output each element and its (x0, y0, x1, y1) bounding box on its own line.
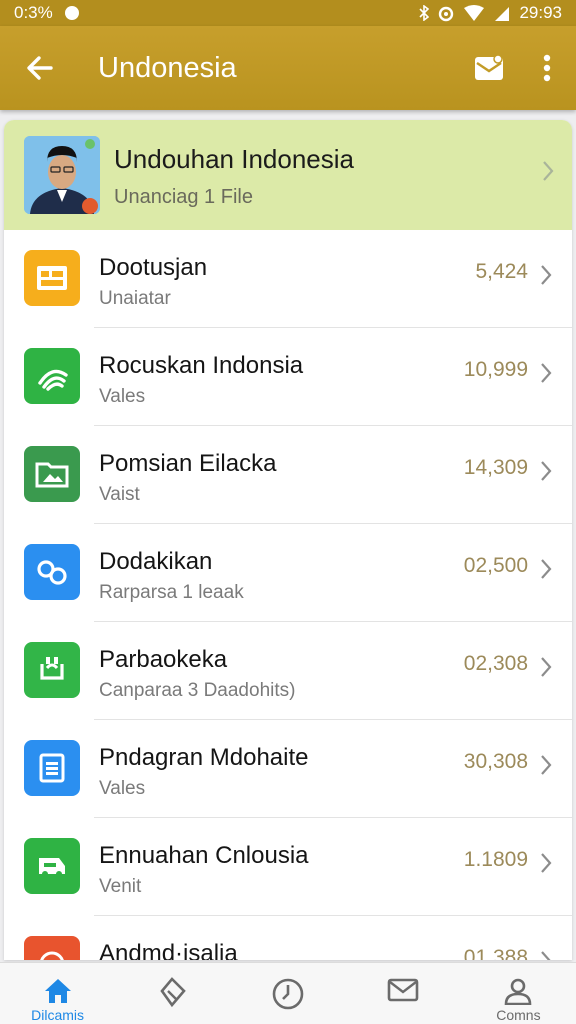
notification-icon (63, 5, 81, 21)
list-item[interactable]: Dodakikan Rarparsa 1 leaak 02,500 (4, 524, 572, 622)
mail-icon (387, 978, 419, 1002)
page-title: Undonesia (98, 51, 237, 84)
document-icon (24, 740, 80, 796)
item-value: 5,424 (475, 260, 528, 283)
chevron-right-icon (541, 265, 552, 285)
envelope-icon (475, 54, 503, 80)
more-menu-button[interactable] (518, 26, 576, 110)
item-name: Dodakikan (99, 548, 213, 575)
item-name: Ennuahan Cnlousia (99, 842, 309, 869)
chevron-right-icon (541, 853, 552, 873)
nav-label-home: Dilcamis (31, 1007, 85, 1023)
item-value: 10,999 (463, 358, 528, 381)
list-item[interactable]: Andmd·isalia 01,388 (4, 916, 572, 960)
content-card: Undouhan Indonesia Unanciag 1 File Dootu… (4, 120, 572, 960)
wifi-icon (463, 5, 485, 21)
signal-icon (24, 348, 80, 404)
nav-item-profile[interactable]: Comns (461, 963, 576, 1024)
banner-title: Undouhan Indonesia (114, 144, 354, 174)
nav-label-profile: Comns (496, 1007, 541, 1023)
list-item[interactable]: Parbaokeka Canparaa 3 Daadohits) 02,308 (4, 622, 572, 720)
list-item[interactable]: Rocuskan Indonsia Vales 10,999 (4, 328, 572, 426)
item-value: 14,309 (463, 456, 528, 479)
list-item[interactable]: Pndagran Mdohaite Vales 30,308 (4, 720, 572, 818)
clock-icon (272, 978, 304, 1010)
chevron-right-icon (541, 951, 551, 960)
item-name: Parbaokeka (99, 646, 228, 673)
item-value: 01,388 (463, 946, 528, 960)
item-subtitle: Vaist (99, 484, 140, 505)
nav-item-home[interactable]: Dilcamis (0, 963, 115, 1024)
status-bar: 0:3% 29:93 (0, 0, 576, 26)
bluetooth-icon (419, 5, 430, 21)
message-button[interactable] (460, 26, 518, 110)
item-name: Dootusjan (99, 254, 208, 281)
item-name: Rocuskan Indonsia (99, 352, 304, 379)
status-time-left: 0:3% (14, 3, 53, 22)
refresh-icon (24, 642, 80, 698)
nav-item-tags[interactable] (115, 963, 230, 1024)
item-value: 02,500 (463, 554, 528, 577)
chevron-right-icon (541, 559, 552, 579)
calendar-icon (24, 250, 80, 306)
tag-icon (160, 977, 186, 1008)
folder-image-icon (24, 446, 80, 502)
arrow-left-icon (27, 56, 53, 80)
chevron-right-icon (541, 657, 552, 677)
item-subtitle: Unaiatar (99, 288, 171, 309)
nav-item-messages[interactable] (346, 963, 461, 1024)
more-vert-icon (543, 54, 551, 82)
target-icon (24, 936, 80, 960)
list-item[interactable]: Ennuahan Cnlousia Venit 1.1809 (4, 818, 572, 916)
home-icon (44, 979, 71, 1003)
chevron-right-icon (543, 161, 554, 181)
item-subtitle: Rarparsa 1 leaak (99, 582, 244, 603)
chevron-right-icon (541, 461, 552, 481)
chevron-right-icon (541, 755, 552, 775)
user-icon (505, 978, 532, 1005)
app-bar: Undonesia (0, 26, 576, 110)
alarm-icon (437, 4, 455, 22)
car-icon (24, 838, 80, 894)
bottom-navigation: Dilcamis Comns (0, 962, 576, 1024)
item-name: Pomsian Eilacka (99, 450, 277, 477)
item-subtitle: Venit (99, 876, 142, 897)
list-item[interactable]: Pomsian Eilacka Vaist 14,309 (4, 426, 572, 524)
item-name: Andmd·isalia (99, 940, 238, 960)
item-value: 02,308 (463, 652, 528, 675)
featured-banner[interactable]: Undouhan Indonesia Unanciag 1 File (4, 120, 572, 230)
status-time-right: 29:93 (519, 3, 562, 22)
item-value: 30,308 (463, 750, 528, 773)
list-item[interactable]: Dootusjan Unaiatar 5,424 (4, 230, 572, 328)
avatar (24, 136, 100, 214)
link-icon (24, 544, 80, 600)
chevron-right-icon (541, 363, 552, 383)
signal-strength-icon (493, 5, 511, 21)
item-name: Pndagran Mdohaite (99, 744, 309, 771)
item-subtitle: Canparaa 3 Daadohits) (99, 680, 296, 701)
item-value: 1.1809 (463, 848, 528, 871)
back-button[interactable] (0, 26, 80, 110)
item-subtitle: Vales (99, 778, 146, 799)
item-subtitle: Vales (99, 386, 146, 407)
banner-subtitle: Unanciag 1 File (114, 186, 253, 208)
nav-item-history[interactable] (230, 963, 345, 1024)
